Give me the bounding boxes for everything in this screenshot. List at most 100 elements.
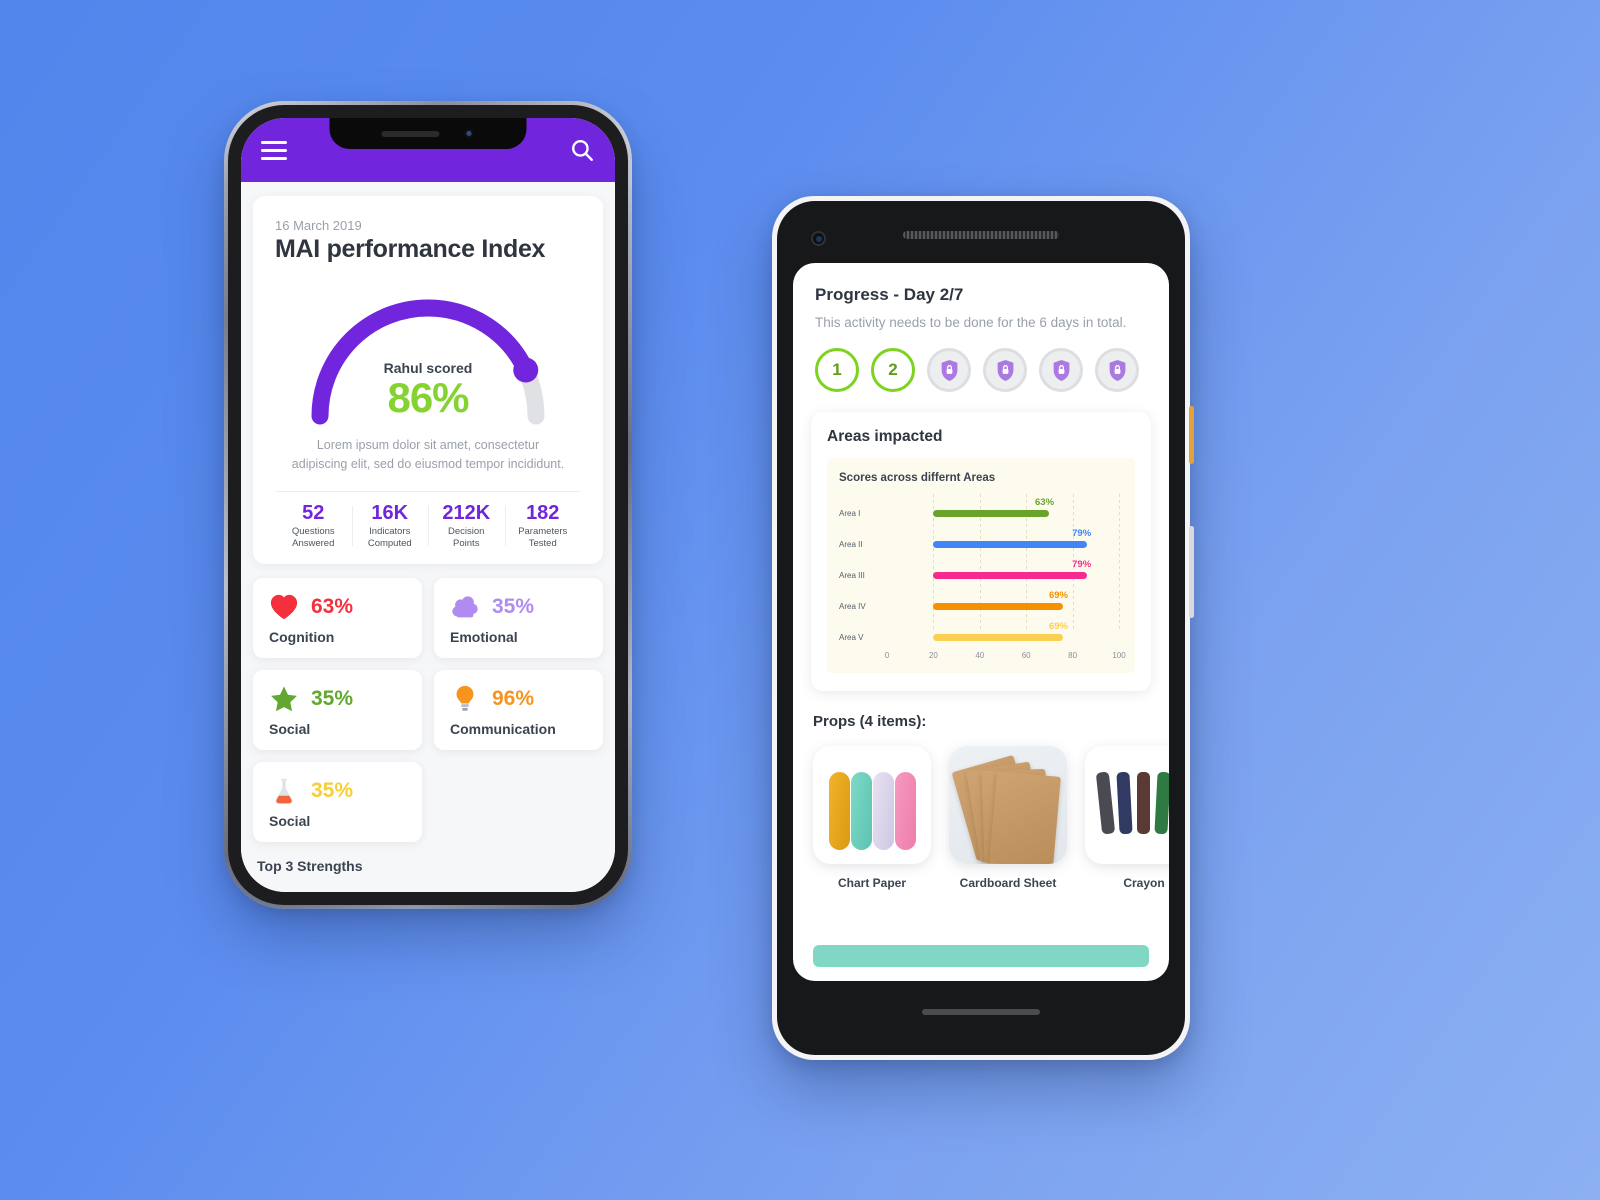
pixel-frame: Progress - Day 2/7 This activity needs t… bbox=[777, 201, 1185, 1055]
bar-track: 69% bbox=[887, 590, 1119, 611]
day-step-locked[interactable] bbox=[927, 348, 971, 392]
volume-button[interactable] bbox=[1189, 526, 1194, 618]
brain-cloud-icon bbox=[452, 595, 478, 617]
shield-lock-icon bbox=[1053, 359, 1069, 381]
stat-label: Decision Points bbox=[448, 525, 485, 549]
chart-bar-row: Area II 79% bbox=[839, 525, 1123, 556]
bar-track: 79% bbox=[887, 528, 1119, 549]
bar-value-label: 79% bbox=[1072, 559, 1092, 570]
heart-icon bbox=[269, 592, 299, 622]
bar-fill bbox=[933, 510, 1050, 517]
bar-category-label: Area I bbox=[839, 509, 861, 518]
scores-chart: Scores across differnt Areas Area I 63% … bbox=[827, 458, 1135, 673]
stat-item: 182 Parameters Tested bbox=[504, 502, 582, 550]
strengths-heading: Top 3 Strengths bbox=[257, 857, 363, 874]
primary-action-button[interactable] bbox=[813, 945, 1149, 967]
progress-title: Progress - Day 2/7 bbox=[815, 285, 964, 304]
stat-label: Indicators Computed bbox=[367, 525, 412, 549]
stat-label: Questions Answered bbox=[291, 525, 335, 549]
metric-card-emotional[interactable]: 35% Emotional bbox=[434, 577, 603, 658]
day-step-locked[interactable] bbox=[983, 348, 1027, 392]
flask-icon bbox=[269, 776, 299, 806]
metric-percent: 35% bbox=[311, 778, 354, 802]
x-axis-tick: 100 bbox=[1112, 651, 1126, 660]
bar-category-label: Area II bbox=[839, 540, 863, 549]
progress-subtitle: This activity needs to be done for the 6… bbox=[815, 315, 1127, 330]
metric-percent: 35% bbox=[311, 686, 354, 710]
paper-roll bbox=[829, 772, 850, 850]
bar-category-label: Area III bbox=[839, 571, 865, 580]
stat-item: 16K Indicators Computed bbox=[351, 502, 429, 550]
page-title: MAI performance Index bbox=[275, 235, 546, 263]
power-button[interactable] bbox=[1189, 406, 1194, 464]
x-axis-tick: 40 bbox=[975, 651, 985, 660]
pixel-screen: Progress - Day 2/7 This activity needs t… bbox=[793, 263, 1169, 981]
prop-item[interactable]: Crayon bbox=[1085, 746, 1169, 890]
prop-item[interactable]: Chart Paper bbox=[813, 746, 931, 890]
progress-header: Progress - Day 2/7 This activity needs t… bbox=[793, 263, 1169, 392]
pixel-top-bezel bbox=[793, 219, 1169, 263]
metric-name: Social bbox=[269, 720, 311, 737]
metric-top: 63% bbox=[269, 592, 406, 622]
stat-number: 212K bbox=[442, 501, 491, 524]
day-step-locked[interactable] bbox=[1039, 348, 1083, 392]
paper-roll bbox=[895, 772, 916, 850]
hamburger-menu-icon[interactable] bbox=[261, 140, 287, 160]
bar-fill bbox=[933, 634, 1064, 641]
day-step-done[interactable]: 1 bbox=[815, 348, 859, 392]
prop-name: Cardboard Sheet bbox=[959, 876, 1057, 890]
chart-x-axis: 0 20 40 60 80 100 bbox=[884, 649, 1126, 665]
x-axis-tick: 80 bbox=[1068, 651, 1078, 660]
crayon bbox=[1116, 771, 1133, 835]
chart-bar-row: Area III 79% bbox=[839, 556, 1123, 587]
bar-value-label: 69% bbox=[1048, 621, 1068, 632]
props-heading: Props (4 items): bbox=[813, 713, 927, 730]
iphone-screen: 16 March 2019 MAI performance Index Rahu… bbox=[241, 118, 615, 892]
metric-card-social[interactable]: 35% Social bbox=[253, 761, 422, 842]
metric-card-cognition[interactable]: 63% Cognition bbox=[253, 577, 422, 658]
cardboard-sheet bbox=[989, 771, 1061, 864]
day-step-locked[interactable] bbox=[1095, 348, 1139, 392]
bar-fill bbox=[933, 572, 1087, 579]
earpiece-speaker-icon bbox=[903, 231, 1059, 239]
crayon bbox=[1154, 771, 1169, 835]
report-description: Lorem ipsum dolor sit amet, consectetur … bbox=[291, 438, 565, 472]
search-icon[interactable] bbox=[569, 137, 595, 163]
heart-icon bbox=[270, 594, 298, 619]
metric-name: Communication bbox=[450, 720, 556, 737]
stat-item: 212K Decision Points bbox=[428, 502, 505, 550]
metric-card-social[interactable]: 35% Social bbox=[253, 669, 422, 750]
x-axis-tick: 20 bbox=[928, 651, 938, 660]
prop-name: Crayon bbox=[1123, 876, 1165, 890]
prop-image bbox=[1085, 746, 1169, 864]
report-date: 16 March 2019 bbox=[275, 218, 362, 233]
day-step-done[interactable]: 2 bbox=[871, 348, 915, 392]
metric-name: Emotional bbox=[450, 628, 518, 645]
chart-plot-area: Area I 63% Area II 79% Area III 79% Area… bbox=[839, 494, 1123, 649]
earpiece-speaker-icon bbox=[381, 130, 440, 137]
metric-top: 35% bbox=[269, 684, 406, 714]
stats-row: 52 Questions Answered 16K Indicators Comput… bbox=[275, 490, 582, 564]
metric-name: Cognition bbox=[269, 628, 335, 645]
nav-bar-handle[interactable] bbox=[922, 1009, 1040, 1015]
x-axis-tick: 0 bbox=[884, 651, 890, 660]
chart-title: Scores across differnt Areas bbox=[839, 472, 996, 484]
day-number: 2 bbox=[888, 360, 898, 379]
performance-card: 16 March 2019 MAI performance Index Rahu… bbox=[253, 196, 603, 564]
lightbulb-icon bbox=[450, 684, 480, 714]
prop-name: Chart Paper bbox=[837, 876, 907, 890]
bar-track: 79% bbox=[887, 559, 1119, 580]
prop-item[interactable]: Cardboard Sheet bbox=[949, 746, 1067, 890]
metric-card-communication[interactable]: 96% Communication bbox=[434, 669, 603, 750]
metric-top: 96% bbox=[450, 684, 587, 714]
brain-cloud-icon bbox=[450, 592, 480, 622]
lightbulb-icon bbox=[456, 685, 474, 711]
shield-lock-icon bbox=[941, 359, 957, 381]
prop-image bbox=[813, 746, 931, 864]
bar-value-label: 69% bbox=[1048, 590, 1068, 601]
bar-track: 69% bbox=[887, 621, 1119, 642]
metric-name: Social bbox=[269, 812, 311, 829]
stat-item: 52 Questions Answered bbox=[275, 502, 352, 550]
metric-percent: 63% bbox=[311, 594, 354, 618]
bar-value-label: 79% bbox=[1072, 528, 1092, 539]
